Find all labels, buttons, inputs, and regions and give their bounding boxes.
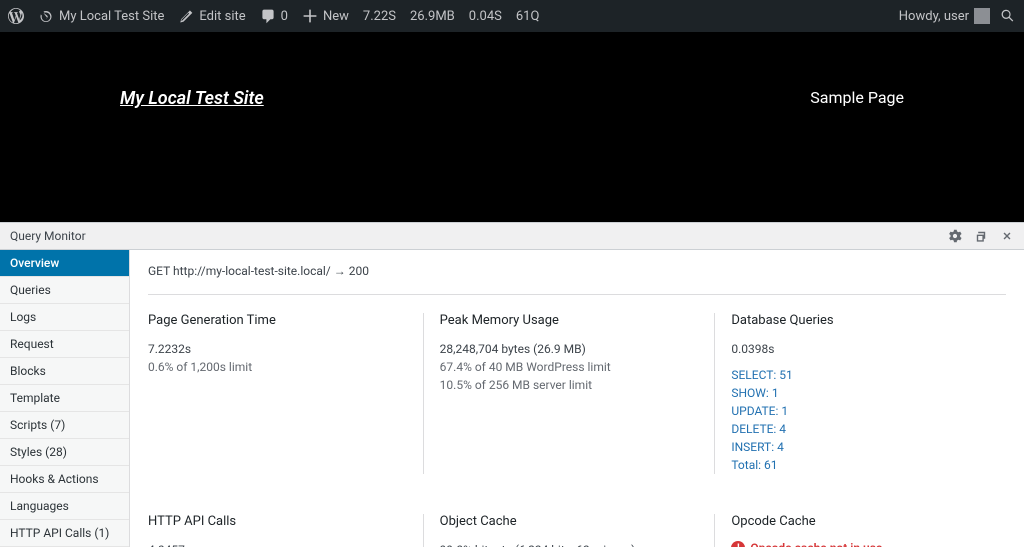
dbq-insert[interactable]: INSERT: 4 [731, 438, 990, 456]
mem-sub2: 10.5% of 256 MB server limit [440, 376, 699, 394]
tab-languages[interactable]: Languages [0, 493, 129, 520]
tab-http-api[interactable]: HTTP API Calls (1) [0, 520, 129, 547]
search-icon[interactable] [1000, 8, 1016, 24]
site-title-link[interactable]: My Local Test Site [120, 88, 264, 109]
mem-sub1: 67.4% of 40 MB WordPress limit [440, 358, 699, 376]
tab-request[interactable]: Request [0, 331, 129, 358]
wp-logo-icon[interactable] [8, 8, 24, 24]
qm-content[interactable]: GET http://my-local-test-site.local/ → 2… [130, 250, 1024, 547]
dashboard-menu[interactable]: My Local Test Site [38, 8, 164, 24]
tab-logs[interactable]: Logs [0, 304, 129, 331]
mem-heading: Peak Memory Usage [440, 313, 699, 328]
comments-link[interactable]: 0 [260, 8, 288, 24]
site-hero: My Local Test Site Sample Page [0, 32, 1024, 222]
qm-titlebar: Query Monitor [0, 222, 1024, 250]
tab-overview[interactable]: Overview [0, 250, 129, 277]
dbq-update[interactable]: UPDATE: 1 [731, 402, 990, 420]
col-memory: Peak Memory Usage 28,248,704 bytes (26.9… [424, 313, 716, 474]
qm-title-label: Query Monitor [10, 229, 86, 243]
site-name-label: My Local Test Site [59, 9, 164, 24]
pgt-heading: Page Generation Time [148, 313, 407, 328]
col-ocache: Object Cache 99.0% hit rate (6,234 hits,… [424, 514, 716, 547]
qm-time[interactable]: 7.22S [363, 9, 396, 24]
tab-template[interactable]: Template [0, 385, 129, 412]
dbq-time: 0.0398s [731, 340, 990, 358]
dbq-heading: Database Queries [731, 313, 990, 328]
dbq-select[interactable]: SELECT: 51 [731, 366, 990, 384]
request-line: GET http://my-local-test-site.local/ → 2… [148, 264, 1006, 295]
admin-bar: My Local Test Site Edit site 0 New 7.22S… [0, 0, 1024, 32]
tab-scripts[interactable]: Scripts (7) [0, 412, 129, 439]
howdy-label: Howdy, user [899, 9, 969, 24]
opcode-heading: Opcode Cache [731, 514, 990, 529]
qm-dbtime[interactable]: 0.04S [469, 9, 502, 24]
qm-panel: Overview Queries Logs Request Blocks Tem… [0, 250, 1024, 547]
dbq-total[interactable]: Total: 61 [731, 456, 990, 474]
ocache-value: 99.0% hit rate (6,234 hits, 63 misses) [440, 541, 699, 547]
qm-memory[interactable]: 26.9MB [410, 9, 455, 24]
col-page-gen: Page Generation Time 7.2232s 0.6% of 1,2… [148, 313, 424, 474]
dbq-show[interactable]: SHOW: 1 [731, 384, 990, 402]
qm-queries[interactable]: 61Q [516, 9, 540, 24]
howdy-user[interactable]: Howdy, user [899, 8, 990, 24]
settings-icon[interactable] [948, 229, 962, 243]
qm-sidebar[interactable]: Overview Queries Logs Request Blocks Tem… [0, 250, 130, 547]
close-icon[interactable] [1000, 229, 1014, 243]
dbq-delete[interactable]: DELETE: 4 [731, 420, 990, 438]
avatar [974, 8, 990, 24]
tab-queries[interactable]: Queries [0, 277, 129, 304]
col-opcode: Opcode Cache ! Opcode cache not in use S… [715, 514, 1006, 547]
mem-value: 28,248,704 bytes (26.9 MB) [440, 340, 699, 358]
ocache-heading: Object Cache [440, 514, 699, 529]
pgt-value: 7.2232s [148, 340, 407, 358]
edit-site-link[interactable]: Edit site [178, 8, 245, 24]
pgt-sub: 0.6% of 1,200s limit [148, 358, 407, 376]
http-heading: HTTP API Calls [148, 514, 407, 529]
col-http: HTTP API Calls 4.0457s Total: 1 [148, 514, 424, 547]
popout-icon[interactable] [974, 229, 988, 243]
col-db: Database Queries 0.0398s SELECT: 51 SHOW… [715, 313, 1006, 474]
warning-icon: ! [731, 541, 745, 547]
nav-sample-page[interactable]: Sample Page [810, 88, 904, 107]
opcode-warn: Opcode cache not in use [750, 541, 882, 547]
tab-blocks[interactable]: Blocks [0, 358, 129, 385]
new-label: New [323, 9, 349, 24]
http-value: 4.0457s [148, 541, 407, 547]
tab-hooks[interactable]: Hooks & Actions [0, 466, 129, 493]
new-link[interactable]: New [302, 8, 349, 24]
comments-count: 0 [281, 9, 288, 24]
edit-site-label: Edit site [199, 9, 245, 24]
tab-styles[interactable]: Styles (28) [0, 439, 129, 466]
